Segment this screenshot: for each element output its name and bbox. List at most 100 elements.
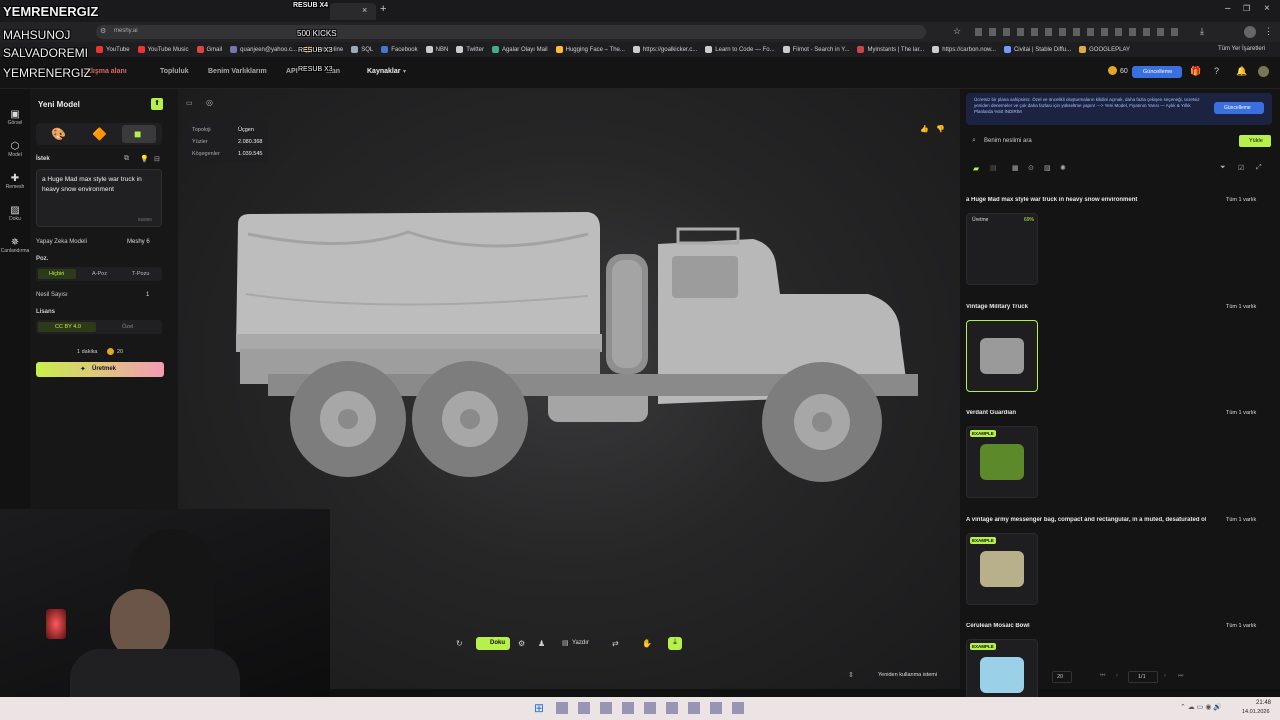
bookmark-item[interactable]: https://carbon.now... [932,46,996,53]
view-all-link[interactable]: Tüm 1 varlık [1226,623,1256,629]
overlay-resub-x4: RESUB X4 [293,2,329,9]
folder-icon[interactable]: ▰ [973,164,979,173]
desktop-icon[interactable]: ▭ [186,99,193,107]
bookmark-item[interactable]: quanjeen@yahoo.c... [230,46,297,53]
bookmark-item[interactable]: YouTube Music [137,46,189,53]
rail-item[interactable]: ✚ Remesh [0,173,30,190]
gen-count-stepper[interactable]: 1 [146,292,149,298]
filter-model-icon[interactable]: ⊙ [1028,164,1034,172]
maximize-icon[interactable]: ❐ [1243,4,1250,13]
gift-icon[interactable]: 🎁 [1190,66,1201,77]
bookmark-item[interactable]: SQL [351,46,373,53]
pose-t[interactable]: T-Pozu [132,271,149,277]
next-page-icon[interactable]: › [1164,673,1166,679]
rail-label: Doku [9,216,21,222]
download-icon[interactable]: ⤓ [1200,26,1204,37]
bookmark-item[interactable]: Agalar Olayı Mail [491,46,548,53]
expand-icon[interactable]: ⇕ [848,671,854,679]
rig-icon[interactable]: ♟ [538,639,545,648]
download-button[interactable]: ⤓ [668,637,682,650]
multi-image-icon[interactable]: 🔶 [92,127,107,141]
rail-item[interactable]: ▨ Doku [0,205,30,222]
animate-icon[interactable]: ✋ [642,639,652,648]
expand-panel-icon[interactable]: ⤢ [1256,164,1262,172]
like-icon[interactable]: 👍 [920,125,929,133]
rail-item[interactable]: ✵ Canlandırma [0,237,30,254]
url-text: meshy.ai [114,28,138,34]
help-icon[interactable]: ? [1214,66,1219,76]
window-close-icon[interactable]: × [1264,3,1270,14]
bookmark-item[interactable]: YouTube [96,46,130,53]
nav-resources[interactable]: Kaynaklar [367,68,400,75]
copy-icon[interactable]: ⧉ [124,155,129,163]
all-bookmarks[interactable]: Tüm Yer İşaretleri [1218,46,1265,52]
license-private[interactable]: Özel [122,324,133,330]
bell-icon[interactable]: 🔔 [1236,66,1247,77]
menu-icon[interactable]: ⋮ [1264,26,1273,37]
stat-value: 2.080.368 [238,139,263,145]
print-button[interactable]: Yazdır [572,640,589,646]
list-icon[interactable]: ▤ [990,164,997,172]
select-icon[interactable]: ☑ [1238,164,1244,172]
bookmark-item[interactable]: Filmot - Search in Y... [782,46,849,53]
close-tab-icon[interactable]: × [362,5,367,15]
rail-item[interactable]: ⬡ Model [0,141,30,158]
start-icon[interactable]: ⊞ [534,701,544,715]
taskbar-apps[interactable] [556,702,746,714]
share-icon[interactable]: ⇄ [612,639,619,648]
view-all-link[interactable]: Tüm 1 varlık [1226,197,1256,203]
prev-page-icon[interactable]: ‹ [1116,673,1118,679]
extension-icons[interactable] [975,28,1180,36]
sort-icon[interactable]: ⏷ [1220,164,1226,172]
url-field[interactable] [96,25,926,39]
bookmark-label: Civitai | Stable Diffu... [1013,46,1072,53]
bookmark-item[interactable]: Gmail [196,46,222,53]
bookmark-item[interactable]: Myinstants | The lar... [857,46,924,53]
avatar[interactable] [1244,26,1256,38]
history-icon[interactable]: ⊟ [154,155,160,163]
new-tab-icon[interactable]: + [380,3,386,15]
settings-icon[interactable]: ◎ [206,98,213,107]
nav-api[interactable]: API [286,68,298,75]
star-icon[interactable]: ☆ [953,26,961,37]
minimize-icon[interactable]: – [1225,3,1231,14]
bookmark-item[interactable]: Learn to Code — Fo... [705,46,775,53]
truck-model[interactable] [228,204,938,514]
tray-icons[interactable]: ⌃ ☁ ▭ ◉ 🔊 [1180,703,1222,711]
reuse-prompt[interactable]: Yeniden kullanma istemi [878,672,937,678]
user-avatar[interactable] [1258,66,1269,77]
filter-animate-icon[interactable]: ✺ [1060,164,1066,172]
collapse-button[interactable]: ⬆ [151,98,163,110]
last-page-icon[interactable]: ⏭ [1178,673,1183,680]
material-icon[interactable]: ⚙ [518,639,525,648]
bookmark-item[interactable]: GOOGLEPLAY [1079,46,1130,53]
site-info-icon[interactable]: ⚙ [100,27,106,35]
bulb-icon[interactable]: 💡 [140,155,149,163]
view-all-link[interactable]: Tüm 1 varlık [1226,410,1256,416]
credits-count: 60 [1120,68,1128,75]
grid-icon[interactable]: ▦ [1012,164,1019,172]
view-all-link[interactable]: Tüm 1 varlık [1226,517,1256,523]
bookmark-item[interactable]: https://goalkicker.c... [632,46,697,53]
bookmark-item[interactable]: Facebook [381,46,418,53]
filter-texture-icon[interactable]: ▨ [1044,164,1051,172]
rotate-icon[interactable]: ↻ [456,639,463,648]
tab-active[interactable] [330,3,376,20]
bookmark-item[interactable]: Civitai | Stable Diffu... [1003,46,1072,53]
nav-community[interactable]: Topluluk [160,68,189,75]
ai-model-select[interactable]: Meshy 6 [127,239,150,245]
first-page-icon[interactable]: ⏮ [1100,673,1105,680]
nav-my-assets[interactable]: Benim Varlıklarım [208,68,267,75]
pose-a[interactable]: A-Poz [92,271,107,277]
bookmark-item[interactable]: Hugging Face – The... [555,46,625,53]
view-all-link[interactable]: Tüm 1 varlık [1226,304,1256,310]
dislike-icon[interactable]: 👎 [936,125,945,133]
asset-thumbnail[interactable] [966,213,1038,285]
stat-key: Yüzler [192,139,208,145]
status-label: Üretme [972,217,989,223]
bookmark-item[interactable]: Twitter [456,46,484,53]
text-to-3d-icon[interactable]: 🎨 [51,127,66,141]
bookmark-item[interactable]: NBN [425,46,448,53]
rail-item[interactable]: ▣ Görsel [0,109,30,126]
search-input[interactable]: Benim neslimi ara [984,138,1032,144]
